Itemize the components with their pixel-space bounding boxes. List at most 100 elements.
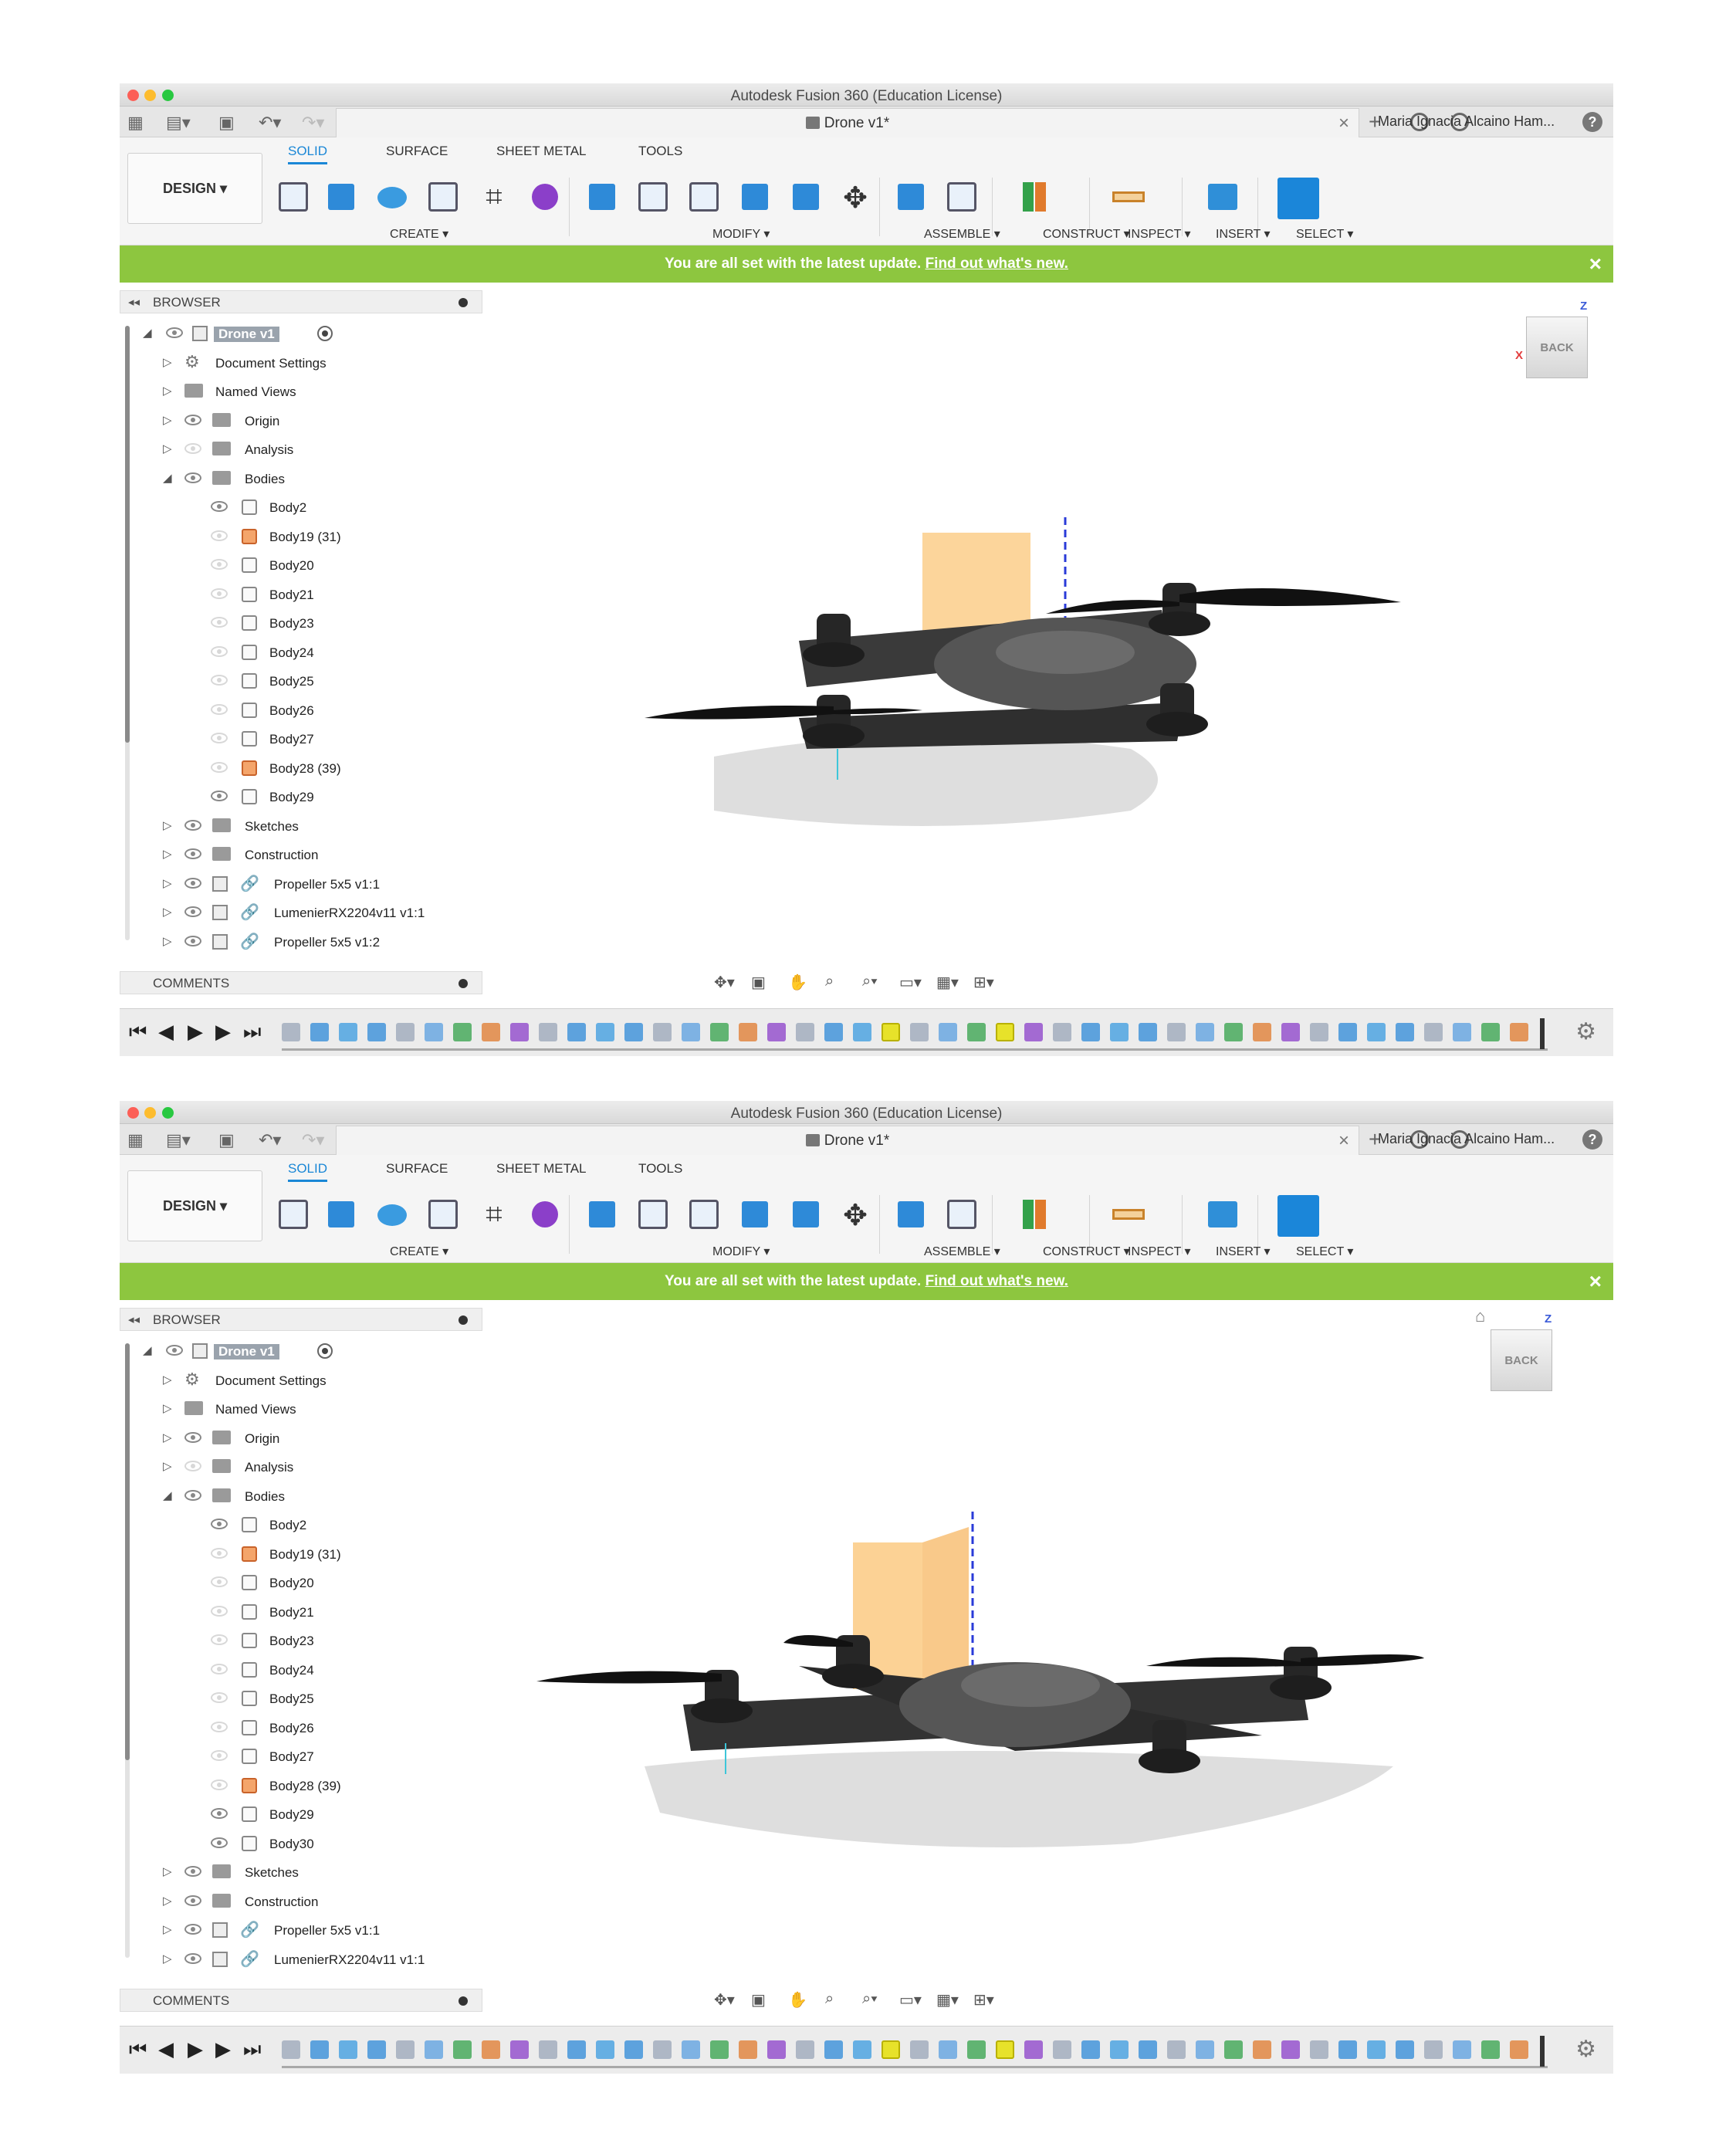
- grid-menu-icon[interactable]: ▦: [127, 1130, 144, 1150]
- timeline-feature-icon[interactable]: [710, 2040, 729, 2059]
- timeline-feature-icon[interactable]: [1196, 1023, 1214, 1041]
- timeline-feature-icon[interactable]: [339, 2040, 357, 2059]
- close-notification-icon[interactable]: ×: [1589, 252, 1602, 276]
- eye-visible-icon[interactable]: [211, 587, 228, 599]
- timeline-feature-icon[interactable]: [1338, 1023, 1357, 1041]
- offset-face-icon[interactable]: [787, 1195, 825, 1234]
- timeline-feature-icon[interactable]: [1281, 2040, 1300, 2059]
- tree-folder-sketches[interactable]: ▷ Sketches: [163, 815, 456, 838]
- tree-component[interactable]: ▷ 🔗 Propeller 5x5 v1:2: [163, 931, 472, 954]
- timeline-feature-icon[interactable]: [767, 2040, 786, 2059]
- eye-visible-icon[interactable]: [166, 327, 183, 338]
- pan-icon[interactable]: ✋: [788, 1990, 807, 2010]
- timeline-feature-icon[interactable]: [596, 2040, 614, 2059]
- hole-icon[interactable]: [424, 1195, 462, 1234]
- undo-icon[interactable]: ↶▾: [259, 113, 281, 133]
- insert-image-icon[interactable]: [1203, 178, 1242, 216]
- timeline-play-icon[interactable]: ▶: [188, 2037, 203, 2061]
- offset-plane-icon[interactable]: [1015, 178, 1054, 216]
- browser-scroll-thumb[interactable]: [125, 326, 130, 743]
- display-settings-icon[interactable]: ▭▾: [899, 973, 922, 992]
- activate-component-icon[interactable]: [317, 1343, 333, 1359]
- timeline-feature-icon[interactable]: [367, 1023, 386, 1041]
- eye-visible-icon[interactable]: [211, 703, 228, 715]
- timeline-prev-icon[interactable]: ◀: [158, 1020, 174, 1044]
- joint-icon[interactable]: [942, 1195, 981, 1234]
- timeline-feature-icon[interactable]: [796, 2040, 814, 2059]
- timeline-feature-icon[interactable]: [1510, 2040, 1528, 2059]
- collapse-triangle-icon[interactable]: ◢: [163, 471, 172, 485]
- timeline-feature-icon[interactable]: [425, 1023, 443, 1041]
- collapse-triangle-icon[interactable]: ◢: [163, 1488, 172, 1502]
- eye-visible-icon[interactable]: [184, 877, 201, 889]
- zoom-window-icon[interactable]: ⌕: [825, 973, 834, 990]
- eye-visible-icon[interactable]: [211, 1692, 228, 1703]
- timeline-feature-icon[interactable]: [396, 2040, 415, 2059]
- timeline-feature-icon[interactable]: [1453, 1023, 1471, 1041]
- expand-triangle-icon[interactable]: ▷: [163, 905, 172, 919]
- timeline-feature-icon[interactable]: [882, 1023, 900, 1041]
- timeline-marker[interactable]: [1540, 1018, 1545, 1049]
- view-cube[interactable]: BACK: [1526, 317, 1588, 378]
- pattern-icon[interactable]: ⌗: [475, 1195, 513, 1234]
- timeline-feature-icon[interactable]: [682, 1023, 700, 1041]
- tree-body[interactable]: Body21: [211, 1601, 458, 1624]
- press-pull-icon[interactable]: [583, 178, 621, 216]
- press-pull-icon[interactable]: [583, 1195, 621, 1234]
- timeline-feature-icon[interactable]: [1253, 2040, 1271, 2059]
- ribbon-tab-solid[interactable]: SOLID: [288, 144, 328, 164]
- close-tab-icon[interactable]: ×: [1338, 113, 1349, 134]
- expand-triangle-icon[interactable]: ▷: [163, 1373, 172, 1387]
- drone-model[interactable]: [490, 286, 1609, 965]
- timeline-feature-icon[interactable]: [910, 1023, 929, 1041]
- timeline-feature-icon[interactable]: [624, 1023, 643, 1041]
- group-menu-inspect[interactable]: INSPECT ▾: [1128, 1244, 1191, 1259]
- timeline-feature-icon[interactable]: [367, 2040, 386, 2059]
- timeline-feature-icon[interactable]: [339, 1023, 357, 1041]
- timeline-feature-icon[interactable]: [310, 1023, 329, 1041]
- eye-visible-icon[interactable]: [184, 1952, 201, 1964]
- tree-folder-construction[interactable]: ▷ Construction: [163, 1891, 456, 1914]
- eye-visible-icon[interactable]: [211, 1779, 228, 1790]
- timeline-feature-icon[interactable]: [939, 2040, 957, 2059]
- tree-body[interactable]: Body24: [211, 642, 458, 665]
- timeline-feature-icon[interactable]: [1196, 2040, 1214, 2059]
- tree-body[interactable]: Body25: [211, 670, 458, 693]
- timeline-feature-icon[interactable]: [310, 2040, 329, 2059]
- file-menu-icon[interactable]: ▤▾: [166, 113, 191, 133]
- eye-visible-icon[interactable]: [184, 848, 201, 859]
- timeline-feature-icon[interactable]: [1424, 1023, 1443, 1041]
- group-menu-assemble[interactable]: ASSEMBLE ▾: [924, 1244, 1000, 1259]
- ribbon-tab-surface[interactable]: SURFACE: [386, 1161, 448, 1177]
- document-tab[interactable]: Drone v1* ×: [336, 1126, 1359, 1155]
- eye-visible-icon[interactable]: [184, 1461, 201, 1471]
- eye-visible-icon[interactable]: [211, 733, 228, 743]
- measure-icon[interactable]: [1109, 178, 1148, 216]
- tree-folder-document-settings[interactable]: ▷ ⚙ Document Settings: [163, 352, 456, 375]
- eye-visible-icon[interactable]: [211, 761, 228, 773]
- pattern-icon[interactable]: ⌗: [475, 178, 513, 216]
- timeline-feature-icon[interactable]: [1224, 2040, 1243, 2059]
- timeline-feature-icon[interactable]: [824, 2040, 843, 2059]
- document-tab[interactable]: Drone v1* ×: [336, 108, 1359, 137]
- joint-icon[interactable]: [942, 178, 981, 216]
- timeline-feature-icon[interactable]: [539, 1023, 557, 1041]
- redo-icon[interactable]: ↷▾: [302, 1130, 324, 1150]
- look-at-icon[interactable]: ▣: [751, 973, 766, 992]
- ribbon-tab-tools[interactable]: TOOLS: [638, 144, 682, 159]
- timeline-feature-icon[interactable]: [1510, 1023, 1528, 1041]
- timeline-feature-icon[interactable]: [453, 1023, 472, 1041]
- timeline-feature-icon[interactable]: [967, 2040, 986, 2059]
- comments-pin-icon[interactable]: [459, 1996, 468, 2006]
- ribbon-tab-sheet-metal[interactable]: SHEET METAL: [496, 144, 587, 159]
- canvas-viewport[interactable]: BACK Z X: [490, 286, 1609, 965]
- timeline-feature-icon[interactable]: [539, 2040, 557, 2059]
- tree-body[interactable]: Body19 (31): [211, 526, 458, 549]
- move-icon[interactable]: ✥: [836, 1195, 875, 1234]
- timeline-feature-icon[interactable]: [282, 1023, 300, 1041]
- group-menu-select[interactable]: SELECT ▾: [1296, 1244, 1353, 1259]
- pan-icon[interactable]: ✋: [788, 973, 807, 992]
- tree-root[interactable]: ◢ Drone v1: [143, 1340, 452, 1363]
- insert-image-icon[interactable]: [1203, 1195, 1242, 1234]
- timeline-next-icon[interactable]: ▶: [215, 2037, 231, 2061]
